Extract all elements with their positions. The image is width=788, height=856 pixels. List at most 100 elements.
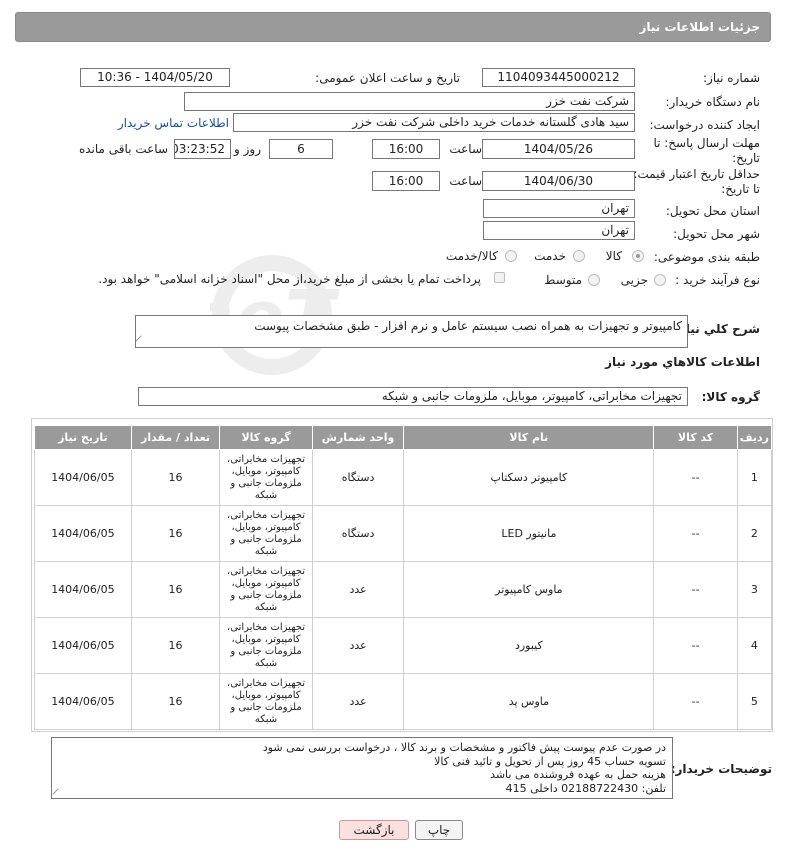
buyer-contact-link[interactable]: اطلاعات تماس خریدار: [118, 116, 229, 130]
col-header-qty: تعداد / مقدار: [130, 425, 221, 450]
cell-code: --: [653, 673, 738, 730]
category-service-label: خدمت: [534, 249, 566, 263]
days-label: روز و: [234, 142, 261, 156]
buyer-notes-line: تلفن: 02188722430 داخلی 415: [505, 781, 666, 795]
need-details-page: AriaTender.neT جزئیات اطلاعات نیاز شماره…: [0, 0, 788, 856]
remaining-time-label: ساعت باقی مانده: [78, 142, 168, 156]
goods-group-field[interactable]: تجهیزات مخابراتی، کامپیوتر، موبایل، ملزو…: [138, 387, 688, 406]
page-title: جزئیات اطلاعات نیاز: [639, 20, 760, 34]
announce-datetime-label: تاریخ و ساعت اعلان عمومی:: [315, 71, 460, 85]
items-table-container: ردیف کد کالا نام کالا واحد شمارش گروه کا…: [31, 418, 773, 732]
reply-deadline-label: مهلت ارسال پاسخ: تا: [653, 136, 760, 150]
cell-unit: عدد: [311, 673, 405, 730]
col-header-code: کد کالا: [653, 425, 738, 450]
cell-row: 4: [736, 617, 773, 674]
page-header: جزئیات اطلاعات نیاز: [15, 12, 771, 42]
col-header-unit: واحد شمارش: [311, 425, 405, 450]
cell-qty: 16: [130, 505, 221, 562]
reply-deadline-date[interactable]: 1404/05/26: [482, 139, 635, 159]
delivery-province-label: استان محل تحویل:: [665, 204, 760, 218]
items-table: ردیف کد کالا نام کالا واحد شمارش گروه کا…: [34, 425, 773, 730]
cell-name: مانیتور LED: [403, 505, 655, 562]
cell-date: 1404/06/05: [34, 449, 132, 506]
process-minor-radio[interactable]: [654, 274, 666, 286]
cell-group: تجهیزات مخابراتی، کامپیوتر، موبایل، ملزو…: [219, 449, 313, 506]
buyer-notes-textarea[interactable]: در صورت عدم پیوست پیش فاکتور و مشخصات و …: [51, 737, 673, 799]
cell-qty: 16: [130, 673, 221, 730]
process-medium-radio[interactable]: [588, 274, 600, 286]
cell-qty: 16: [130, 561, 221, 618]
cell-qty: 16: [130, 449, 221, 506]
price-validity-label-line2: تا تاریخ:: [721, 182, 760, 196]
cell-unit: دستگاه: [311, 449, 405, 506]
reply-deadline-label-line2: تاریخ:: [732, 151, 760, 165]
price-validity-time-label: ساعت: [449, 174, 482, 188]
cell-row: 5: [736, 673, 773, 730]
buyer-org-field[interactable]: شرکت نفت خزر: [184, 92, 635, 111]
delivery-city-field[interactable]: تهران: [483, 221, 635, 240]
cell-group: تجهیزات مخابراتی، کامپیوتر، موبایل، ملزو…: [219, 617, 313, 674]
cell-date: 1404/06/05: [34, 617, 132, 674]
buyer-notes-line: تسویه حساب 45 روز پس از تحویل و تائید فن…: [434, 754, 666, 768]
process-medium-label: متوسط: [544, 273, 582, 287]
table-row: 2 -- مانیتور LED دستگاه تجهیزات مخابراتی…: [34, 505, 773, 562]
col-header-date: تاریخ نیاز: [34, 425, 132, 450]
price-validity-label: حداقل تاریخ اعتبار قیمت:: [633, 167, 760, 181]
treasury-payment-checkbox[interactable]: [494, 272, 505, 283]
requester-label: ایجاد کننده درخواست:: [649, 118, 760, 132]
reply-deadline-days[interactable]: 6: [269, 139, 333, 159]
cell-name: ماوس کامپیوتر: [403, 561, 655, 618]
print-button[interactable]: چاپ: [415, 820, 463, 840]
goods-group-label: گروه کالا:: [701, 390, 760, 404]
delivery-province-field[interactable]: تهران: [483, 199, 635, 218]
buyer-notes-line: هزینه حمل به عهده فروشنده می باشد: [490, 768, 666, 781]
cell-code: --: [653, 561, 738, 618]
table-row: 5 -- ماوس پد عدد تجهیزات مخابراتی، کامپی…: [34, 673, 773, 730]
table-row: 4 -- کیبورد عدد تجهیزات مخابراتی، کامپیو…: [34, 617, 773, 674]
cell-unit: عدد: [311, 561, 405, 618]
reply-deadline-time[interactable]: 16:00: [372, 139, 440, 159]
need-number-label: شماره نیاز:: [703, 71, 760, 85]
buyer-notes-line: در صورت عدم پیوست پیش فاکتور و مشخصات و …: [262, 741, 666, 754]
need-number-field[interactable]: 1104093445000212: [482, 68, 635, 87]
table-row: 1 -- کامپیوتر دسکتاپ دستگاه تجهیزات مخاب…: [34, 449, 773, 506]
treasury-payment-note: پرداخت تمام یا بخشی از مبلغ خرید،از محل …: [98, 272, 481, 286]
price-validity-date[interactable]: 1404/06/30: [482, 171, 635, 191]
category-label: طبقه بندی موضوعی:: [653, 250, 760, 264]
cell-group: تجهیزات مخابراتی، کامپیوتر، موبایل، ملزو…: [219, 673, 313, 730]
back-button[interactable]: بازگشت: [339, 820, 409, 840]
category-goods-label: کالا: [605, 249, 622, 263]
cell-row: 2: [736, 505, 773, 562]
col-header-name: نام کالا: [403, 425, 655, 450]
summary-text: کامپیوتر و تجهیزات به همراه نصب سیستم عا…: [254, 319, 682, 333]
category-goods-service-radio[interactable]: [505, 250, 517, 262]
category-service-radio[interactable]: [573, 250, 585, 262]
goods-section-title: اطلاعات کالاهاي مورد نياز: [605, 355, 760, 369]
cell-name: کیبورد: [403, 617, 655, 674]
cell-unit: عدد: [311, 617, 405, 674]
cell-date: 1404/06/05: [34, 505, 132, 562]
cell-date: 1404/06/05: [34, 673, 132, 730]
cell-code: --: [653, 505, 738, 562]
buyer-notes-label: توضیحات خریدار:: [670, 762, 772, 776]
delivery-city-label: شهر محل تحویل:: [673, 227, 760, 241]
announce-datetime-field[interactable]: 1404/05/20 - 10:36: [80, 68, 230, 87]
col-header-row: ردیف: [736, 425, 773, 450]
remaining-time-field[interactable]: 03:23:52: [174, 139, 231, 159]
cell-row: 3: [736, 561, 773, 618]
buyer-org-label: نام دستگاه خریدار:: [665, 95, 761, 109]
category-goods-radio[interactable]: [632, 250, 644, 262]
category-goods-service-label: کالا/خدمت: [445, 249, 498, 263]
cell-group: تجهیزات مخابراتی، کامپیوتر، موبایل، ملزو…: [219, 505, 313, 562]
cell-name: ماوس پد: [403, 673, 655, 730]
cell-code: --: [653, 617, 738, 674]
cell-unit: دستگاه: [311, 505, 405, 562]
cell-name: کامپیوتر دسکتاپ: [403, 449, 655, 506]
cell-qty: 16: [130, 617, 221, 674]
process-minor-label: جزیی: [620, 273, 648, 287]
table-row: 3 -- ماوس کامپیوتر عدد تجهیزات مخابراتی،…: [34, 561, 773, 618]
cell-date: 1404/06/05: [34, 561, 132, 618]
requester-field[interactable]: سید هادی گلستانه خدمات خرید داخلی شرکت ن…: [233, 113, 635, 132]
summary-textarea[interactable]: کامپیوتر و تجهیزات به همراه نصب سیستم عا…: [135, 315, 688, 348]
price-validity-time[interactable]: 16:00: [372, 171, 440, 191]
